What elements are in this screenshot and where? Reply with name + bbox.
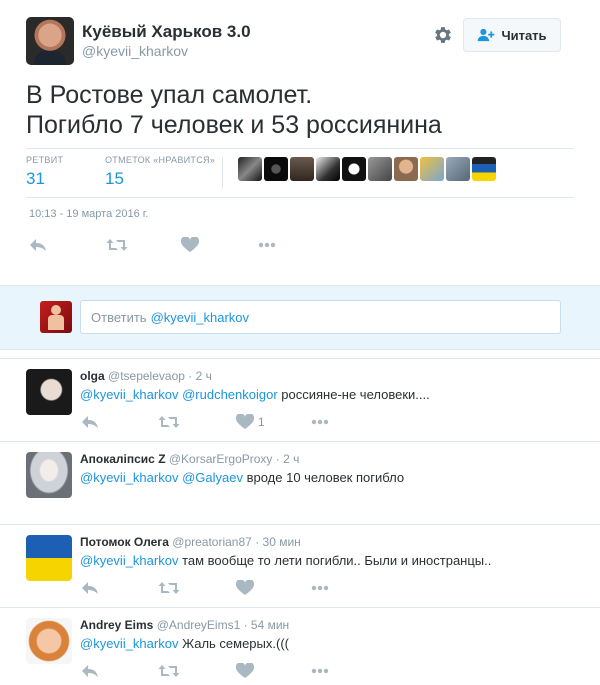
like-heart-icon[interactable]: [235, 663, 255, 679]
liker-avatar[interactable]: [368, 157, 392, 181]
main-tweet: Куёвый Харьков 3.0 @kyevii_kharkov Читат…: [0, 0, 600, 285]
reply-like-count: 1: [258, 415, 265, 429]
reply-avatar[interactable]: [26, 369, 72, 415]
mention-link[interactable]: @kyevii_kharkov: [80, 470, 178, 485]
reply-author-handle[interactable]: @AndreyEims1: [157, 618, 241, 632]
reply-avatar[interactable]: [26, 618, 72, 664]
reply-composer: Ответить @kyevii_kharkov: [0, 285, 600, 350]
tweet-text-line-2: Погибло 7 человек и 53 россиянина: [26, 111, 442, 139]
list-item[interactable]: olga @tsepelevaop · 2 ч @kyevii_kharkov …: [0, 358, 600, 441]
likers-avatars: [238, 157, 496, 181]
reply-author-name[interactable]: Апокаліпсис Z: [80, 452, 166, 466]
reply-body: вроде 10 человек погибло: [242, 470, 405, 485]
tweet-timestamp[interactable]: 10:13 - 19 марта 2016 г.: [29, 208, 149, 220]
author-handle[interactable]: @kyevii_kharkov: [82, 43, 188, 59]
reply-header: Andrey Eims @AndreyEims1 · 54 мин: [80, 618, 289, 632]
mention-link[interactable]: @Galyaev: [182, 470, 243, 485]
reply-header: olga @tsepelevaop · 2 ч: [80, 369, 212, 383]
reply-body: россияне-не человеки....: [277, 387, 430, 402]
reply-placeholder-mention: @kyevii_kharkov: [150, 309, 250, 325]
reply-author-handle[interactable]: @KorsarErgoProxy: [169, 452, 273, 466]
retweet-stat-label: РЕТВИТ: [26, 155, 64, 165]
list-item[interactable]: Потомок Олега @preatorian87 · 30 мин @ky…: [0, 524, 600, 607]
retweet-icon[interactable]: [158, 580, 180, 596]
follow-label: Читать: [501, 27, 547, 43]
reply-author-name[interactable]: Andrey Eims: [80, 618, 153, 632]
mention-link[interactable]: @kyevii_kharkov: [80, 387, 178, 402]
reply-text: @kyevii_kharkov Жаль семерых.(((: [80, 636, 289, 651]
reply-header: Потомок Олега @preatorian87 · 30 мин: [80, 535, 301, 549]
liker-avatar[interactable]: [420, 157, 444, 181]
retweet-count: 31: [26, 169, 45, 188]
reply-text: @kyevii_kharkov @rudchenkoigor россияне-…: [80, 387, 430, 402]
more-options-icon[interactable]: [310, 580, 330, 596]
more-options-icon[interactable]: [257, 237, 277, 253]
liker-avatar[interactable]: [472, 157, 496, 181]
mention-link[interactable]: @kyevii_kharkov: [80, 553, 178, 568]
likes-count: 15: [105, 169, 124, 188]
likes-stat-label: ОТМЕТОК «НРАВИТСЯ»: [105, 155, 216, 165]
reply-placeholder-prefix: Ответить: [91, 309, 147, 325]
liker-avatar[interactable]: [342, 157, 366, 181]
reply-body: там вообще то лети погибли.. Были и инос…: [178, 553, 492, 568]
more-options-icon[interactable]: [310, 663, 330, 679]
reply-text: @kyevii_kharkov @Galyaev вроде 10 челове…: [80, 470, 404, 485]
reply-author-name[interactable]: Потомок Олега: [80, 535, 169, 549]
mention-link[interactable]: @rudchenkoigor: [182, 387, 278, 402]
liker-avatar[interactable]: [290, 157, 314, 181]
gear-icon[interactable]: [432, 24, 454, 46]
retweet-stat[interactable]: РЕТВИТ 31: [26, 155, 63, 189]
liker-avatar[interactable]: [394, 157, 418, 181]
reply-author-handle[interactable]: @tsepelevaop: [108, 369, 185, 383]
author-avatar[interactable]: [26, 17, 74, 65]
liker-avatar[interactable]: [316, 157, 340, 181]
current-user-avatar[interactable]: [40, 301, 72, 333]
reply-text: @kyevii_kharkov там вообще то лети погиб…: [80, 553, 491, 568]
reply-body: Жаль семерых.(((: [178, 636, 289, 651]
more-options-icon[interactable]: [310, 414, 330, 430]
liker-avatar[interactable]: [238, 157, 262, 181]
reply-icon[interactable]: [28, 237, 48, 253]
tweet-text: В Ростове упал самолет. Погибло 7 челове…: [26, 80, 566, 140]
follow-button[interactable]: Читать: [463, 18, 561, 52]
retweet-icon[interactable]: [106, 237, 128, 253]
reply-time[interactable]: · 54 мин: [244, 618, 290, 632]
reply-header: Апокаліпсис Z @KorsarErgoProxy · 2 ч: [80, 452, 299, 466]
likes-stat[interactable]: ОТМЕТОК «НРАВИТСЯ» 15: [105, 155, 215, 189]
like-heart-icon[interactable]: [235, 414, 255, 430]
reply-author-handle[interactable]: @preatorian87: [172, 535, 252, 549]
reply-author-name[interactable]: olga: [80, 369, 105, 383]
retweet-icon[interactable]: [158, 414, 180, 430]
reply-icon[interactable]: [80, 663, 100, 679]
reply-actions: [80, 580, 340, 596]
reply-actions: 1: [80, 414, 340, 430]
liker-avatar[interactable]: [446, 157, 470, 181]
reply-actions: [80, 663, 340, 679]
liker-avatar[interactable]: [264, 157, 288, 181]
add-user-icon: [478, 28, 495, 42]
reply-icon[interactable]: [80, 580, 100, 596]
reply-avatar[interactable]: [26, 452, 72, 498]
reply-time[interactable]: · 30 мин: [255, 535, 301, 549]
like-heart-icon[interactable]: [235, 580, 255, 596]
reply-time[interactable]: · 2 ч: [276, 452, 300, 466]
retweet-icon[interactable]: [158, 663, 180, 679]
reply-input[interactable]: Ответить @kyevii_kharkov: [80, 300, 561, 334]
author-name[interactable]: Куёвый Харьков 3.0: [82, 22, 251, 42]
tweet-text-line-1: В Ростове упал самолет.: [26, 81, 313, 109]
reply-avatar[interactable]: [26, 535, 72, 581]
tweet-stats: РЕТВИТ 31 ОТМЕТОК «НРАВИТСЯ» 15: [26, 148, 574, 198]
list-item[interactable]: Апокаліпсис Z @KorsarErgoProxy · 2 ч @ky…: [0, 441, 600, 524]
mention-link[interactable]: @kyevii_kharkov: [80, 636, 178, 651]
reply-icon[interactable]: [80, 414, 100, 430]
stats-divider: [222, 157, 223, 189]
list-item[interactable]: Andrey Eims @AndreyEims1 · 54 мин @kyevi…: [0, 607, 600, 685]
like-heart-icon[interactable]: [180, 237, 200, 253]
reply-time[interactable]: · 2 ч: [188, 369, 212, 383]
